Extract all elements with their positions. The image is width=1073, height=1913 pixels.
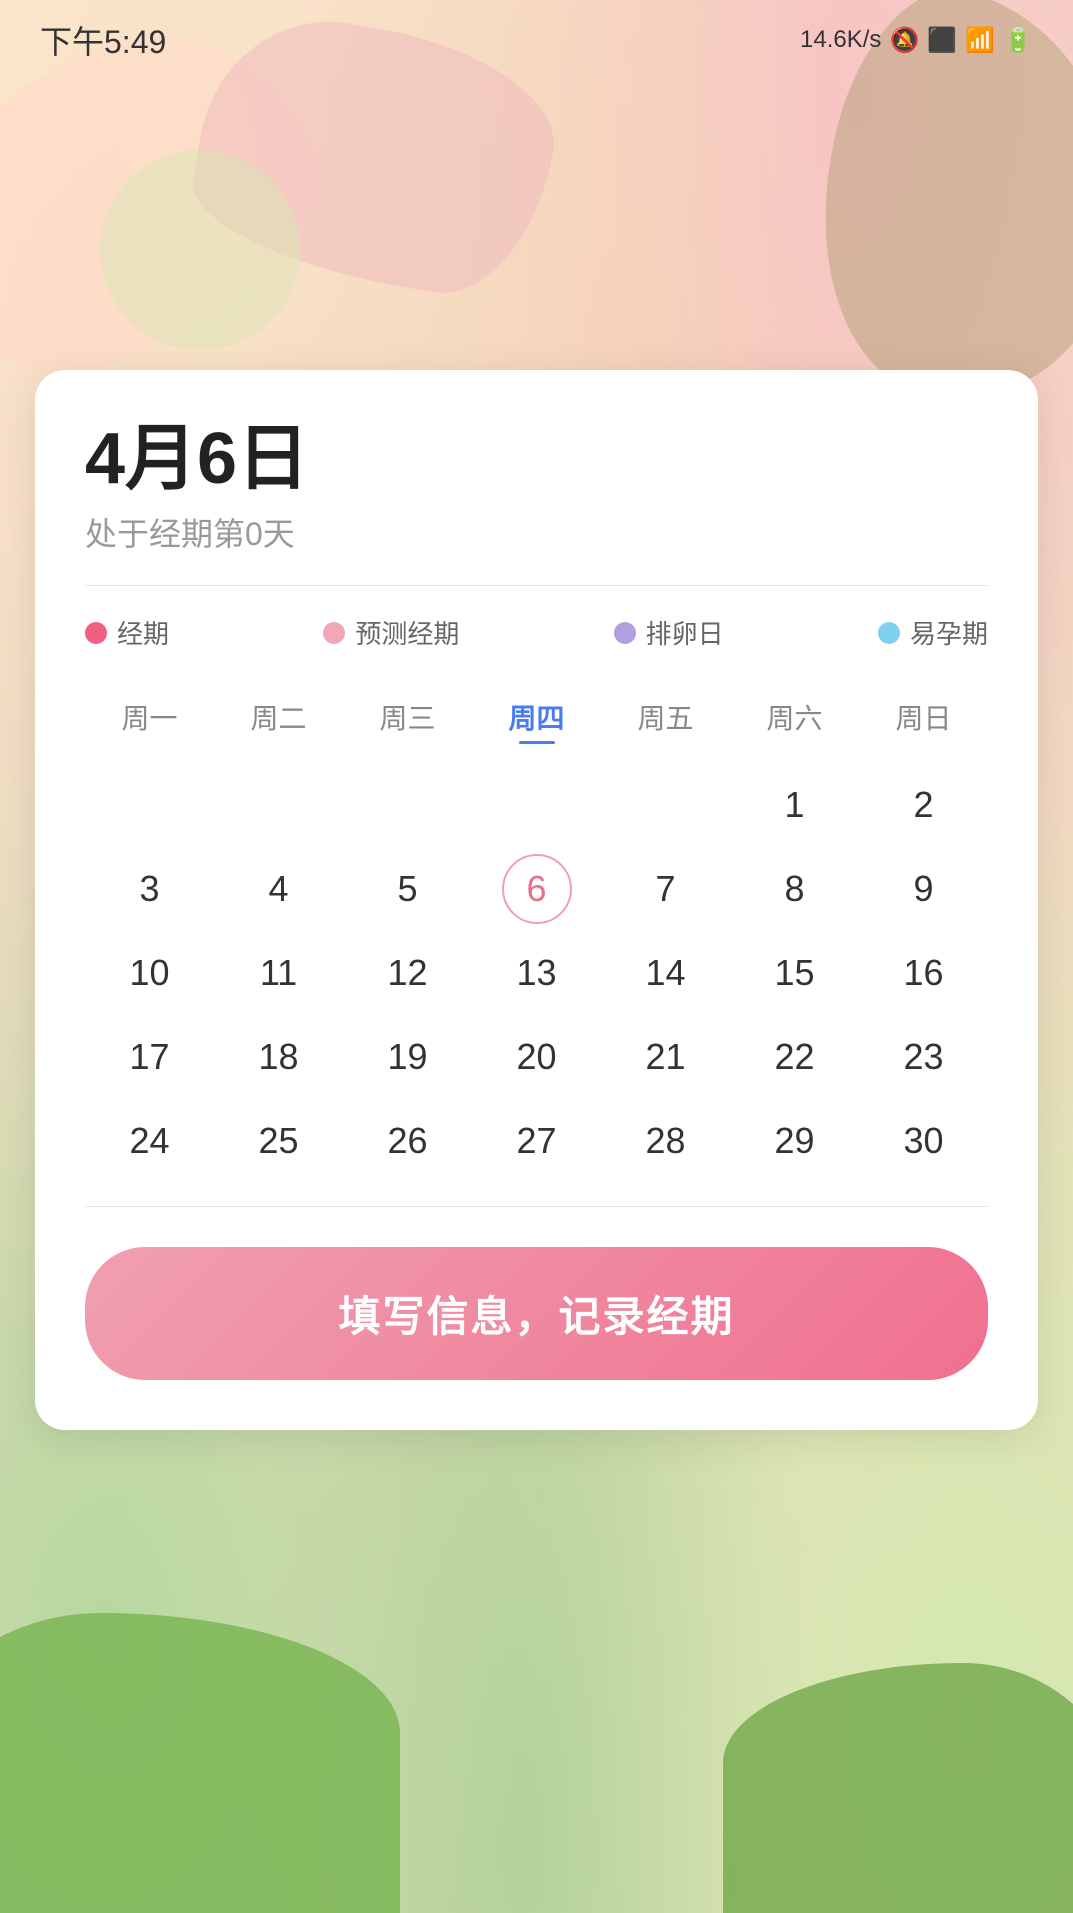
cta-button[interactable]: 填写信息，记录经期 — [85, 1247, 988, 1380]
calendar-grid: 1234567891011121314151617181920212223242… — [85, 770, 988, 1176]
calendar-day-30[interactable]: 30 — [889, 1106, 959, 1176]
legend-label-ovulation: 排卵日 — [646, 614, 724, 651]
calendar-day-6[interactable]: 6 — [502, 854, 572, 924]
calendar-day-20[interactable]: 20 — [502, 1022, 572, 1092]
calendar-day-7[interactable]: 7 — [631, 854, 701, 924]
calendar-day-3[interactable]: 3 — [115, 854, 185, 924]
weekday-3: 周四 — [472, 687, 601, 754]
calendar-day-14[interactable]: 14 — [631, 938, 701, 1008]
calendar-day-8[interactable]: 8 — [760, 854, 830, 924]
legend: 经期 预测经期 排卵日 易孕期 — [85, 614, 988, 651]
status-bar: 下午5:49 14.6K/s 🔕 ⬛ 📶 🔋 — [0, 0, 1073, 80]
legend-dot-period — [85, 622, 107, 644]
network-speed: 14.6K/s — [800, 26, 881, 54]
calendar-day-17[interactable]: 17 — [115, 1022, 185, 1092]
card-date: 4月6日 — [85, 420, 988, 499]
wifi-icon: 📶 — [965, 26, 995, 55]
calendar-day-10[interactable]: 10 — [115, 938, 185, 1008]
weekday-5: 周六 — [730, 687, 859, 754]
legend-label-period: 经期 — [117, 614, 169, 651]
calendar-day-12[interactable]: 12 — [373, 938, 443, 1008]
calendar-day-4[interactable]: 4 — [244, 854, 314, 924]
bg-blob-4 — [100, 150, 300, 350]
card-subtitle: 处于经期第0天 — [85, 509, 988, 555]
calendar-day-11[interactable]: 11 — [244, 938, 314, 1008]
top-divider — [85, 585, 988, 586]
calendar-day-28[interactable]: 28 — [631, 1106, 701, 1176]
battery-icon: 🔋 — [1003, 26, 1033, 55]
calendar-day-25[interactable]: 25 — [244, 1106, 314, 1176]
legend-fertile: 易孕期 — [878, 614, 988, 651]
legend-dot-predicted — [323, 622, 345, 644]
calendar-day-19[interactable]: 19 — [373, 1022, 443, 1092]
legend-label-fertile: 易孕期 — [910, 614, 988, 651]
legend-ovulation: 排卵日 — [614, 614, 724, 651]
calendar-day-23[interactable]: 23 — [889, 1022, 959, 1092]
mute-icon: 🔕 — [889, 26, 919, 55]
legend-dot-ovulation — [614, 622, 636, 644]
calendar-day-1[interactable]: 1 — [760, 770, 830, 840]
calendar-day-29[interactable]: 29 — [760, 1106, 830, 1176]
legend-predicted: 预测经期 — [323, 614, 459, 651]
calendar-day-24[interactable]: 24 — [115, 1106, 185, 1176]
main-card: 4月6日 处于经期第0天 经期 预测经期 排卵日 易孕期 周一 周二 周三 周四… — [35, 370, 1038, 1430]
status-icons: 14.6K/s 🔕 ⬛ 📶 🔋 — [800, 26, 1033, 55]
calendar-day-22[interactable]: 22 — [760, 1022, 830, 1092]
weekday-0: 周一 — [85, 687, 214, 754]
bg-blob-green2 — [723, 1663, 1073, 1913]
weekday-4: 周五 — [601, 687, 730, 754]
calendar-day-21[interactable]: 21 — [631, 1022, 701, 1092]
weekday-6: 周日 — [859, 687, 988, 754]
calendar-day-15[interactable]: 15 — [760, 938, 830, 1008]
calendar-day-26[interactable]: 26 — [373, 1106, 443, 1176]
calendar-day-9[interactable]: 9 — [889, 854, 959, 924]
legend-label-predicted: 预测经期 — [355, 614, 459, 651]
calendar-day-27[interactable]: 27 — [502, 1106, 572, 1176]
calendar-day-2[interactable]: 2 — [889, 770, 959, 840]
calendar-header: 周一 周二 周三 周四 周五 周六 周日 — [85, 687, 988, 754]
calendar-day-5[interactable]: 5 — [373, 854, 443, 924]
bottom-divider — [85, 1206, 988, 1207]
screen-record-icon: ⬛ — [927, 26, 957, 55]
legend-dot-fertile — [878, 622, 900, 644]
calendar-day-16[interactable]: 16 — [889, 938, 959, 1008]
legend-period: 经期 — [85, 614, 169, 651]
calendar-day-13[interactable]: 13 — [502, 938, 572, 1008]
weekday-1: 周二 — [214, 687, 343, 754]
status-time: 下午5:49 — [40, 17, 166, 63]
weekday-2: 周三 — [343, 687, 472, 754]
calendar-day-18[interactable]: 18 — [244, 1022, 314, 1092]
